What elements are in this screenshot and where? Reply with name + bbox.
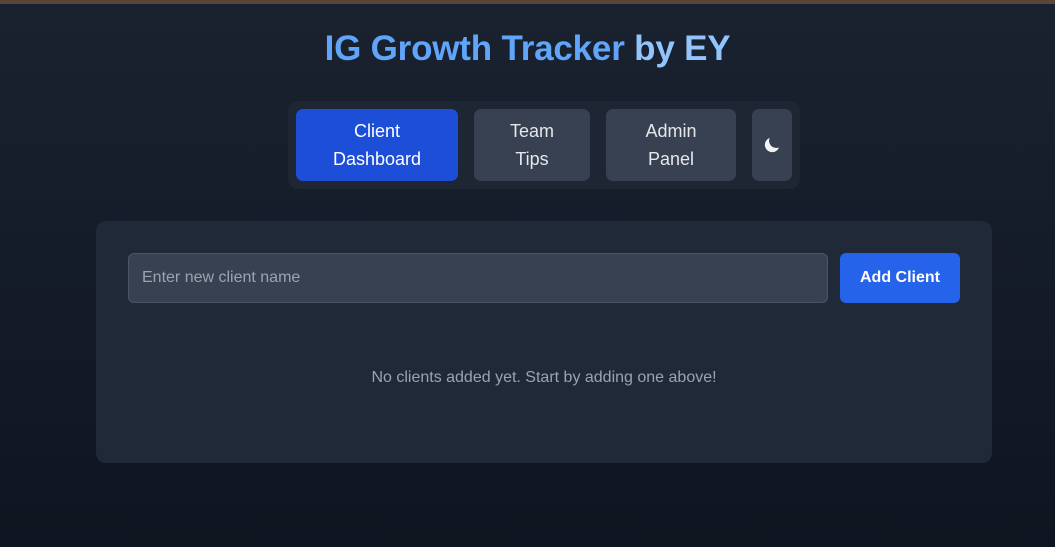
theme-toggle-button[interactable] (752, 109, 792, 181)
window-top-strip (0, 0, 1055, 4)
tab-client-dashboard-label: Client Dashboard (332, 121, 422, 169)
tab-team-tips-label: Team Tips (509, 121, 554, 169)
page-title-main: IG Growth Tracker (324, 29, 625, 68)
client-dashboard-panel: Add Client No clients added yet. Start b… (96, 221, 992, 463)
client-name-input[interactable] (128, 253, 828, 303)
tab-client-dashboard[interactable]: Client Dashboard (296, 109, 458, 181)
add-client-button[interactable]: Add Client (840, 253, 960, 303)
tab-team-tips[interactable]: Team Tips (474, 109, 590, 181)
tab-admin-panel[interactable]: Admin Panel (606, 109, 736, 181)
empty-state-message: No clients added yet. Start by adding on… (371, 369, 717, 386)
main-nav: Client Dashboard Team Tips Admin Panel (288, 101, 800, 189)
page-title-suffix: by EY (634, 29, 731, 68)
page-title: IG Growth Tracker by EY (0, 28, 1055, 70)
tab-admin-panel-label: Admin Panel (645, 121, 697, 169)
moon-icon (764, 137, 780, 153)
